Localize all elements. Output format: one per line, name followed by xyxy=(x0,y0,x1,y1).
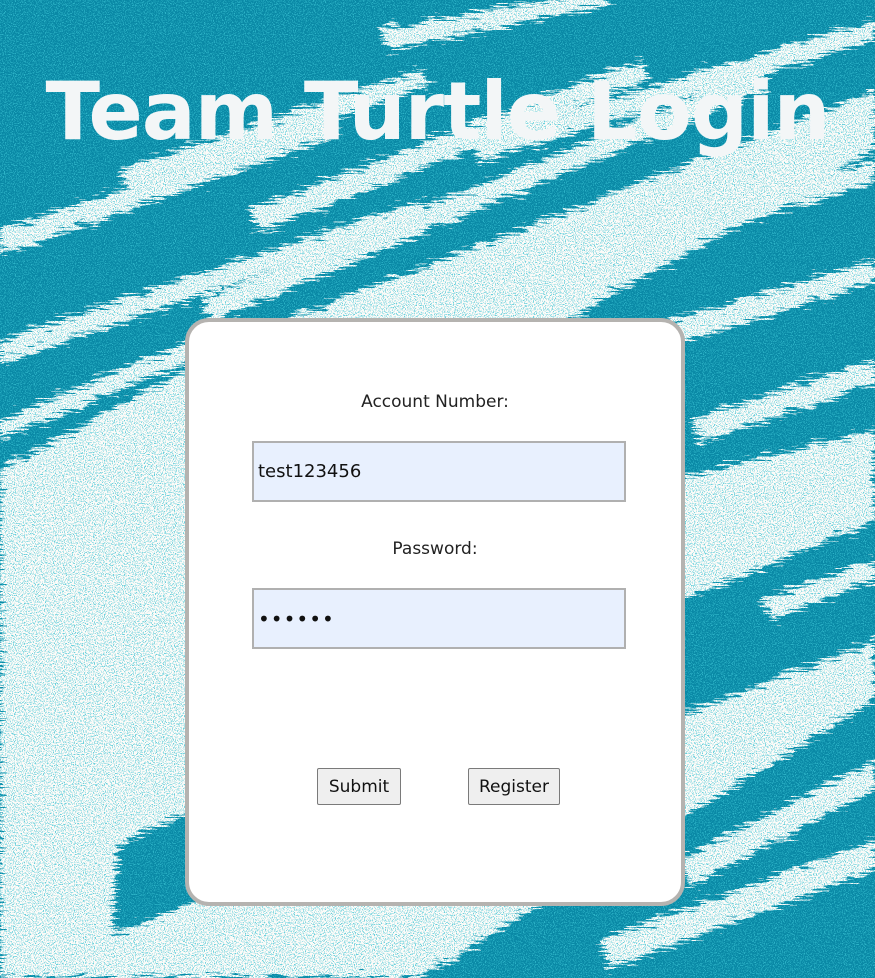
register-button[interactable]: Register xyxy=(468,768,560,805)
account-number-label: Account Number: xyxy=(361,392,509,412)
account-number-input[interactable] xyxy=(252,441,626,502)
login-card: Account Number: Password: Submit Registe… xyxy=(185,318,685,906)
page-title: Team Turtle Login xyxy=(45,65,831,158)
submit-button[interactable]: Submit xyxy=(317,768,401,805)
password-label: Password: xyxy=(392,539,478,559)
password-input[interactable] xyxy=(252,588,626,649)
